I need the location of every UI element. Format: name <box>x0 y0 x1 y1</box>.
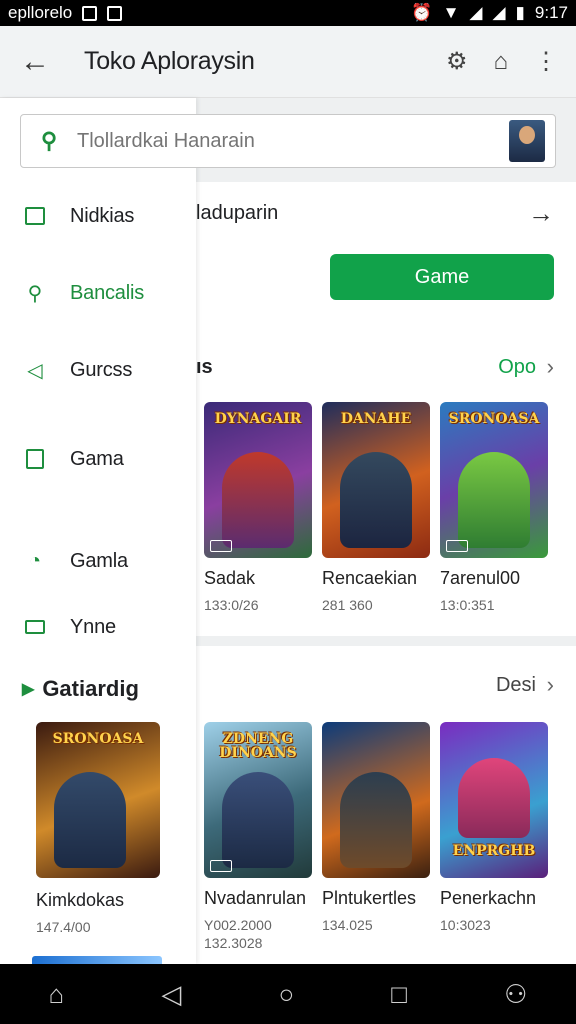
box-icon <box>0 207 70 225</box>
app-name: Kimkdokas <box>36 890 125 910</box>
home-circle-icon[interactable]: ○ <box>278 979 294 1010</box>
app-meta: 13:0:351 <box>440 597 495 613</box>
arrow-right-icon[interactable]: → <box>528 198 554 229</box>
status-bar: epllorelo ⏰ ▼ ◢ ◢ ▮ 9:17 <box>0 0 576 26</box>
app-name: Sadak <box>204 568 256 588</box>
back-arrow-icon[interactable]: ← <box>0 45 70 79</box>
drawer-item[interactable]: ◁ Gurcss <box>0 350 196 390</box>
system-nav-bar: ⌂ ◁ ○ □ ⚇ <box>0 964 576 1024</box>
app-thumbnail: DYNAGAIR <box>204 402 312 558</box>
drawer-item-label: Ynne <box>70 615 116 638</box>
next-card-preview <box>32 956 162 964</box>
app-thumbnail: DANAHE <box>322 402 430 558</box>
thumbnail-logo-text: SRONOASA <box>448 411 540 427</box>
gauge-icon: ◔ <box>28 549 42 572</box>
app-thumbnail: ENPRGHB <box>440 722 548 878</box>
carrier-label: epllorelo <box>8 3 73 22</box>
app-meta: 10:3023 <box>440 917 491 933</box>
wifi-icon: ▼ <box>442 3 460 22</box>
home-icon[interactable]: ⌂ <box>494 48 509 76</box>
section-title: ıs <box>196 356 213 378</box>
section-popular: Desi › ZDNENG DINOANS Nvadanrulan Y002.2… <box>196 646 576 964</box>
app-meta: 147.4/00 <box>36 919 91 935</box>
app-thumbnail: ZDNENG DINOANS <box>204 722 312 878</box>
app-meta: Y002.2000 <box>204 917 272 933</box>
search-icon: ⚲ <box>40 128 58 153</box>
see-more-link[interactable]: Opo <box>498 356 536 379</box>
thumbnail-logo-text: DYNAGAIR <box>214 411 302 427</box>
app-bar: ← Toko Aplorаysin ⚙ ⌂ ⋮ <box>0 26 576 98</box>
home-icon[interactable]: ⌂ <box>49 979 65 1010</box>
chevron-right-icon[interactable]: › <box>547 672 554 698</box>
drawer-app-card[interactable]: SRONOASA Kimkdokas 147.4/00 <box>36 722 160 935</box>
drawer-item-label: Nidkias <box>70 204 135 227</box>
thumbnail-logo-text: ENPRGHB <box>452 843 536 859</box>
avatar[interactable] <box>509 120 545 162</box>
megaphone-icon: ◁ <box>27 359 43 382</box>
back-triangle-icon[interactable]: ◁ <box>161 979 181 1010</box>
main-content: ladupаrin → Game ıs Opo › DYNAGAIR Sadak… <box>196 98 576 964</box>
search-bar: ⚲ <box>20 114 556 168</box>
rating-badge-icon <box>210 540 232 552</box>
app-card[interactable]: ENPRGHB Penerkachn 10:3023 <box>440 722 548 951</box>
clock: 9:17 <box>534 3 568 22</box>
expand-triangle-icon: ▶ <box>22 681 35 698</box>
signal-icon-2: ◢ <box>492 3 506 22</box>
accessibility-icon[interactable]: ⚇ <box>504 979 527 1010</box>
search-input[interactable] <box>77 129 509 153</box>
drawer-item[interactable]: Gama <box>0 439 196 479</box>
thumbnail-logo-text: SRONOASA <box>52 731 144 747</box>
app-card[interactable]: Plntukеrtles 134.025 <box>322 722 430 951</box>
book-icon <box>0 449 70 469</box>
promo-link-text: ladupаrin <box>196 202 279 224</box>
thumbnail-logo-text: ZDNENG DINOANS <box>219 731 297 761</box>
drawer-item[interactable]: Nidkias <box>0 196 196 236</box>
drawer-item[interactable]: Ynne <box>0 607 196 647</box>
rating-badge-icon <box>210 860 232 872</box>
recents-square-icon[interactable]: □ <box>391 979 407 1010</box>
drawer-item[interactable]: ◔ Gamla <box>0 541 196 581</box>
drawer-item-label: Gamla <box>70 549 128 572</box>
drawer-section-title: Gatiardig <box>42 676 139 701</box>
app-meta: 281 360 <box>322 597 373 613</box>
image-notification-icon <box>107 5 123 21</box>
drawer-item-label: Bancalis <box>70 281 144 304</box>
ticket-icon <box>0 620 70 634</box>
see-more-link[interactable]: Desi <box>496 674 536 697</box>
more-vert-icon[interactable]: ⋮ <box>534 47 558 76</box>
app-name: Penerkachn <box>440 888 537 908</box>
search-icon: ⚲ <box>27 282 43 305</box>
gallery-notification-icon <box>82 5 98 21</box>
app-name: Plntukеrtles <box>322 888 417 908</box>
app-thumbnail: SRONOASA <box>440 402 548 558</box>
app-name: Nvadanrulan <box>204 888 307 908</box>
thumbnail-logo-text: DANAHE <box>340 411 412 427</box>
app-thumbnail <box>322 722 430 878</box>
app-card[interactable]: SRONOASA 7arenul00 13:0:351 <box>440 402 548 613</box>
drawer-item[interactable]: ⚲ Bancalis <box>0 273 196 313</box>
drawer-item-label: Gurcss <box>70 358 133 381</box>
app-card[interactable]: ZDNENG DINOANS Nvadanrulan Y002.2000 132… <box>204 722 312 951</box>
chevron-right-icon[interactable]: › <box>547 354 554 380</box>
app-meta: 134.025 <box>322 917 373 933</box>
alarm-icon: ⏰ <box>411 3 433 22</box>
app-card[interactable]: DYNAGAIR Sadak 133:0/26 <box>204 402 312 613</box>
rating-badge-icon <box>446 540 468 552</box>
drawer-section-header[interactable]: ▶ Gatiardig <box>22 676 139 702</box>
settings-gear-icon[interactable]: ⚙ <box>446 47 468 76</box>
app-thumbnail: SRONOASA <box>36 722 160 878</box>
app-meta-secondary: 132.3028 <box>204 935 263 951</box>
app-name: Rencaekian <box>322 568 418 588</box>
page-title: Toko Aplorаysin <box>84 47 255 75</box>
navigation-drawer: Nidkias ⚲ Bancalis ◁ Gurcss Gama ◔ Gamla… <box>0 98 196 964</box>
section-featured: ıs Opo › DYNAGAIR Sadak 133:0/26 DANAHE … <box>196 328 576 636</box>
app-card[interactable]: DANAHE Rencaekian 281 360 <box>322 402 430 613</box>
game-button[interactable]: Game <box>330 254 554 300</box>
app-meta: 133:0/26 <box>204 597 259 613</box>
signal-icon: ◢ <box>469 3 483 22</box>
drawer-item-label: Gama <box>70 447 124 470</box>
app-name: 7arenul00 <box>440 568 521 588</box>
battery-icon: ▮ <box>515 3 525 22</box>
